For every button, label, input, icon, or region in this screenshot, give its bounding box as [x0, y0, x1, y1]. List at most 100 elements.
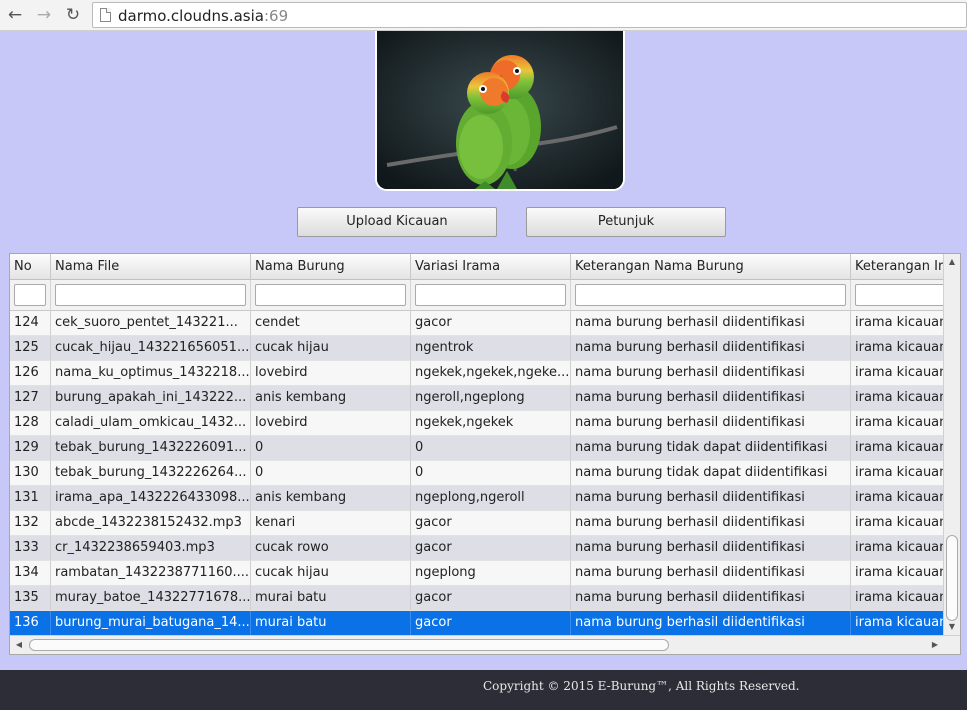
table-row[interactable]: 131 irama_apa_1432226433098... anis kemban… [10, 486, 951, 511]
cell-nama-file: irama_apa_1432226433098... [51, 486, 251, 511]
cell-nama-burung: cucak hijau [251, 561, 411, 586]
vertical-scroll-thumb[interactable] [946, 535, 958, 621]
table-row[interactable]: 132 abcde_1432238152432.mp3 kenari gacor nam… [10, 511, 951, 536]
cell-variasi-irama: 0 [411, 461, 571, 486]
cell-nama-burung: lovebird [251, 411, 411, 436]
cell-variasi-irama: ngeplong,ngeroll [411, 486, 571, 511]
filter-variasi-irama-input[interactable] [415, 284, 566, 306]
cell-no: 133 [10, 536, 51, 561]
header-no[interactable]: No [10, 254, 51, 280]
scroll-right-icon[interactable]: ▶ [928, 638, 942, 652]
scroll-up-icon[interactable]: ▲ [944, 255, 960, 269]
cell-keterangan-nama-burung: nama burung berhasil diidentifikasi [571, 611, 851, 636]
cell-nama-burung: anis kembang [251, 486, 411, 511]
back-arrow-icon[interactable]: ← [4, 4, 26, 26]
cell-keterangan-nama-burung: nama burung berhasil diidentifikasi [571, 486, 851, 511]
header-nama-file[interactable]: Nama File [51, 254, 251, 280]
table-row[interactable]: 128 caladi_ulam_omkicau_1432... lovebird ng… [10, 411, 951, 436]
copyright-text: Copyright © 2015 E-Burung™, All Rights R… [483, 679, 800, 693]
data-table: No Nama File Nama Burung Variasi Irama K… [9, 253, 961, 655]
cell-no: 131 [10, 486, 51, 511]
cell-nama-file: burung_apakah_ini_143222... [51, 386, 251, 411]
scroll-down-icon[interactable]: ▼ [944, 620, 960, 634]
cell-variasi-irama: gacor [411, 586, 571, 611]
horizontal-scroll-thumb[interactable] [29, 639, 669, 651]
cell-variasi-irama: ngekek,ngekek [411, 411, 571, 436]
cell-keterangan-irama: irama kicauan [851, 611, 951, 636]
cell-keterangan-irama: irama kicauan [851, 336, 951, 361]
cell-keterangan-nama-burung: nama burung tidak dapat diidentifikasi [571, 461, 851, 486]
cell-nama-file: abcde_1432238152432.mp3 [51, 511, 251, 536]
filter-no-input[interactable] [14, 284, 46, 306]
filter-cell-no [10, 280, 51, 311]
cell-nama-file: muray_batoe_14322771678... [51, 586, 251, 611]
cell-keterangan-irama: irama kicauan [851, 511, 951, 536]
header-nama-burung[interactable]: Nama Burung [251, 254, 411, 280]
cell-nama-burung: cucak rowo [251, 536, 411, 561]
cell-nama-burung: anis kembang [251, 386, 411, 411]
table-row[interactable]: 126 nama_ku_optimus_1432218... lovebird nge… [10, 361, 951, 386]
cell-no: 135 [10, 586, 51, 611]
cell-keterangan-nama-burung: nama burung berhasil diidentifikasi [571, 511, 851, 536]
cell-keterangan-irama: irama kicauan [851, 386, 951, 411]
table-row[interactable]: 127 burung_apakah_ini_143222... anis kemba… [10, 386, 951, 411]
cell-variasi-irama: gacor [411, 611, 571, 636]
url-text: darmo.cloudns.asia:69 [118, 7, 288, 25]
cell-keterangan-irama: irama kicauan [851, 586, 951, 611]
reload-icon[interactable]: ↻ [62, 4, 84, 26]
table-row[interactable]: 125 cucak_hijau_143221656051... cucak hija… [10, 336, 951, 361]
page-icon [100, 8, 111, 22]
cell-keterangan-irama: irama kicauan [851, 311, 951, 336]
cell-nama-burung: 0 [251, 436, 411, 461]
header-keterangan-nama-burung[interactable]: Keterangan Nama Burung [571, 254, 851, 280]
horizontal-scrollbar[interactable]: ◀ ▶ [10, 635, 960, 654]
vertical-scrollbar[interactable]: ▲ ▼ [943, 254, 960, 637]
upload-kicauan-button[interactable]: Upload Kicauan [297, 207, 497, 237]
filter-keterangan-nama-input[interactable] [575, 284, 846, 306]
table-row[interactable]: 135 muray_batoe_14322771678... murai batu g… [10, 586, 951, 611]
header-keterangan-irama[interactable]: Keterangan Ir [851, 254, 951, 280]
table-row[interactable]: 136 burung_murai_batugana_14... murai batu… [10, 611, 951, 636]
cell-keterangan-irama: irama kicauan [851, 411, 951, 436]
cell-nama-file: tebak_burung_1432226091... [51, 436, 251, 461]
filter-cell-keterangan-irama [851, 280, 951, 311]
filter-cell-keterangan-nama [571, 280, 851, 311]
filter-cell-variasi-irama [411, 280, 571, 311]
cell-nama-burung: lovebird [251, 361, 411, 386]
cell-keterangan-nama-burung: nama burung berhasil diidentifikasi [571, 411, 851, 436]
cell-no: 128 [10, 411, 51, 436]
table-row[interactable]: 130 tebak_burung_1432226264... 0 0 nama buru… [10, 461, 951, 486]
url-port: :69 [264, 7, 289, 25]
cell-nama-burung: 0 [251, 461, 411, 486]
cell-variasi-irama: ngentrok [411, 336, 571, 361]
filter-nama-burung-input[interactable] [255, 284, 406, 306]
cell-no: 136 [10, 611, 51, 636]
cell-nama-file: cucak_hijau_143221656051... [51, 336, 251, 361]
filter-keterangan-irama-input[interactable] [855, 284, 946, 306]
petunjuk-button[interactable]: Petunjuk [526, 207, 726, 237]
cell-nama-file: cek_suoro_pentet_143221... [51, 311, 251, 336]
cell-keterangan-irama: irama kicauan [851, 561, 951, 586]
header-variasi-irama[interactable]: Variasi Irama [411, 254, 571, 280]
forward-arrow-icon[interactable]: → [33, 4, 55, 26]
cell-keterangan-irama: irama kicauan [851, 361, 951, 386]
filter-row [10, 280, 951, 311]
cell-keterangan-nama-burung: nama burung berhasil diidentifikasi [571, 361, 851, 386]
cell-nama-file: burung_murai_batugana_14... [51, 611, 251, 636]
cell-keterangan-irama: irama kicauan [851, 436, 951, 461]
cell-nama-burung: murai batu [251, 611, 411, 636]
cell-variasi-irama: gacor [411, 311, 571, 336]
table-row[interactable]: 133 cr_1432238659403.mp3 cucak rowo gacor na… [10, 536, 951, 561]
scroll-left-icon[interactable]: ◀ [12, 638, 26, 652]
cell-no: 130 [10, 461, 51, 486]
cell-keterangan-irama: irama kicauan [851, 461, 951, 486]
filter-nama-file-input[interactable] [55, 284, 246, 306]
table-row[interactable]: 124 cek_suoro_pentet_143221... cendet gacor… [10, 311, 951, 336]
cell-nama-file: nama_ku_optimus_1432218... [51, 361, 251, 386]
address-bar[interactable]: darmo.cloudns.asia:69 [92, 2, 967, 28]
table-header: No Nama File Nama Burung Variasi Irama K… [10, 254, 951, 280]
table-row[interactable]: 134 rambatan_1432238771160.... cucak hijau… [10, 561, 951, 586]
lovebird-image [375, 31, 625, 191]
browser-toolbar: ← → ↻ darmo.cloudns.asia:69 [0, 0, 967, 31]
table-row[interactable]: 129 tebak_burung_1432226091... 0 0 nama buru… [10, 436, 951, 461]
